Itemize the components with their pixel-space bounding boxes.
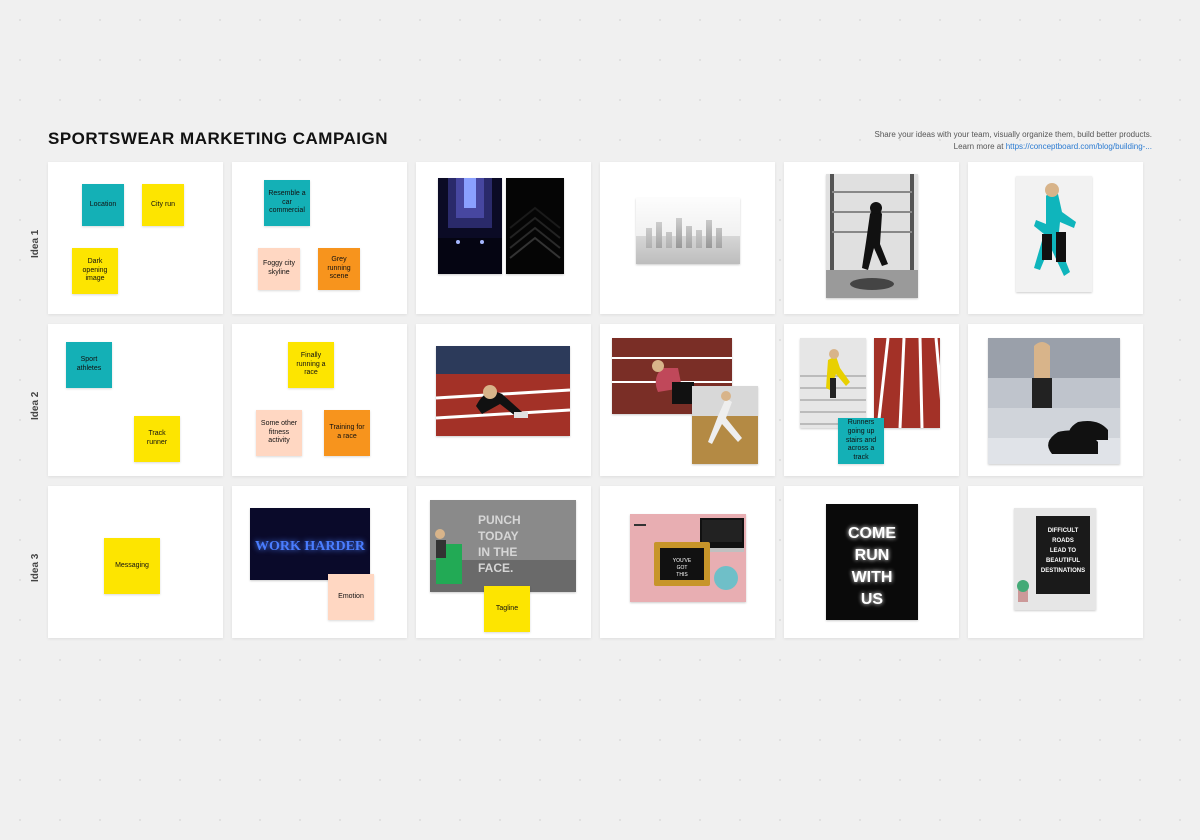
help-line-2-prefix: Learn more at: [954, 142, 1006, 151]
photo-punch-today[interactable]: PUNCH TODAY IN THE FACE.: [430, 500, 576, 592]
infinite-canvas[interactable]: { "title": "SPORTSWEAR MARKETING CAMPAIG…: [0, 0, 1200, 840]
svg-text:DESTINATIONS: DESTINATIONS: [1041, 568, 1085, 574]
photo-stairs-runner[interactable]: [800, 338, 866, 428]
svg-text:THIS: THIS: [676, 572, 688, 578]
sticky-other-fitness[interactable]: Some other fitness activity: [256, 410, 302, 456]
svg-text:LEAD TO: LEAD TO: [1050, 548, 1077, 554]
board-header: SPORTSWEAR MARKETING CAMPAIGN Share your…: [48, 129, 1152, 153]
photo-stretching-field[interactable]: [692, 386, 758, 464]
svg-text:PUNCH: PUNCH: [478, 513, 521, 527]
svg-text:BEAUTIFUL: BEAUTIFUL: [1046, 558, 1080, 564]
sticky-foggy-skyline[interactable]: Foggy city skyline: [258, 248, 300, 290]
sticky-training-race[interactable]: Training for a race: [324, 410, 370, 456]
svg-text:DIFFICULT: DIFFICULT: [1048, 528, 1079, 534]
svg-text:IN THE: IN THE: [478, 545, 517, 559]
photo-sneakers-steps[interactable]: [988, 338, 1120, 464]
svg-text:RUN: RUN: [855, 547, 890, 564]
card-r3c2[interactable]: WORK HARDER Emotion: [232, 486, 407, 638]
sticky-city-run[interactable]: City run: [142, 184, 184, 226]
card-r2c1[interactable]: Sport athletes Track runner: [48, 324, 223, 476]
svg-text:WORK HARDER: WORK HARDER: [255, 539, 366, 554]
sticky-tagline[interactable]: Tagline: [484, 586, 530, 632]
svg-text:YOU'VE: YOU'VE: [673, 558, 692, 564]
photo-runner-teal[interactable]: [1016, 176, 1092, 292]
card-r1c5[interactable]: [784, 162, 959, 314]
board-title: SPORTSWEAR MARKETING CAMPAIGN: [48, 129, 388, 149]
photo-come-run-with-us[interactable]: COME RUN WITH US: [826, 504, 918, 620]
card-r2c2[interactable]: Finally running a race Some other fitnes…: [232, 324, 407, 476]
card-r1c3[interactable]: [416, 162, 591, 314]
card-r2c5[interactable]: Runners going up stairs and across a tra…: [784, 324, 959, 476]
row-label-idea-1: Idea 1: [30, 230, 41, 258]
card-r1c6[interactable]: [968, 162, 1143, 314]
photo-sprinter-start[interactable]: [436, 346, 570, 436]
sticky-track-runner[interactable]: Track runner: [134, 416, 180, 462]
photo-night-street[interactable]: [438, 178, 502, 274]
sticky-sport-athletes[interactable]: Sport athletes: [66, 342, 112, 388]
card-r2c6[interactable]: [968, 324, 1143, 476]
svg-text:FACE.: FACE.: [478, 561, 513, 575]
help-link[interactable]: https://conceptboard.com/blog/building-.…: [1006, 142, 1152, 151]
card-r3c4[interactable]: YOU'VE GOT THIS: [600, 486, 775, 638]
card-r3c6[interactable]: DIFFICULT ROADS LEAD TO BEAUTIFUL DESTIN…: [968, 486, 1143, 638]
card-r2c3[interactable]: [416, 324, 591, 476]
photo-foggy-skyline[interactable]: [636, 198, 740, 264]
card-r3c3[interactable]: PUNCH TODAY IN THE FACE. Tagline: [416, 486, 591, 638]
sticky-runners-stairs-track[interactable]: Runners going up stairs and across a tra…: [838, 418, 884, 464]
card-r3c1[interactable]: Messaging: [48, 486, 223, 638]
sticky-dark-opening[interactable]: Dark opening image: [72, 248, 118, 294]
card-r2c4[interactable]: [600, 324, 775, 476]
sticky-emotion[interactable]: Emotion: [328, 574, 374, 620]
svg-text:COME: COME: [848, 525, 896, 542]
card-r1c4[interactable]: [600, 162, 775, 314]
sticky-resemble-commercial[interactable]: Resemble a car commercial: [264, 180, 310, 226]
board-help-text: Share your ideas with your team, visuall…: [875, 129, 1152, 153]
photo-letterboard[interactable]: DIFFICULT ROADS LEAD TO BEAUTIFUL DESTIN…: [1014, 508, 1096, 610]
svg-text:GOT: GOT: [677, 565, 688, 571]
photo-runner-bridge-bw[interactable]: [826, 174, 918, 298]
photo-neon-work-harder[interactable]: WORK HARDER: [250, 508, 370, 580]
card-r1c1[interactable]: Location City run Dark opening image: [48, 162, 223, 314]
help-line-1: Share your ideas with your team, visuall…: [875, 130, 1152, 139]
svg-text:WITH: WITH: [852, 569, 893, 586]
photo-dark-architecture[interactable]: [506, 178, 564, 274]
svg-text:ROADS: ROADS: [1052, 538, 1074, 544]
sticky-finally-running[interactable]: Finally running a race: [288, 342, 334, 388]
svg-text:TODAY: TODAY: [478, 529, 519, 543]
photo-track-lanes[interactable]: [874, 338, 940, 428]
sticky-grey-running[interactable]: Grey running scene: [318, 248, 360, 290]
row-label-idea-3: Idea 3: [30, 554, 41, 582]
photo-desk-flatlay[interactable]: YOU'VE GOT THIS: [630, 514, 746, 602]
sticky-messaging[interactable]: Messaging: [104, 538, 160, 594]
card-r3c5[interactable]: COME RUN WITH US: [784, 486, 959, 638]
card-r1c2[interactable]: Resemble a car commercial Foggy city sky…: [232, 162, 407, 314]
row-label-idea-2: Idea 2: [30, 392, 41, 420]
svg-text:US: US: [861, 591, 884, 608]
sticky-location[interactable]: Location: [82, 184, 124, 226]
